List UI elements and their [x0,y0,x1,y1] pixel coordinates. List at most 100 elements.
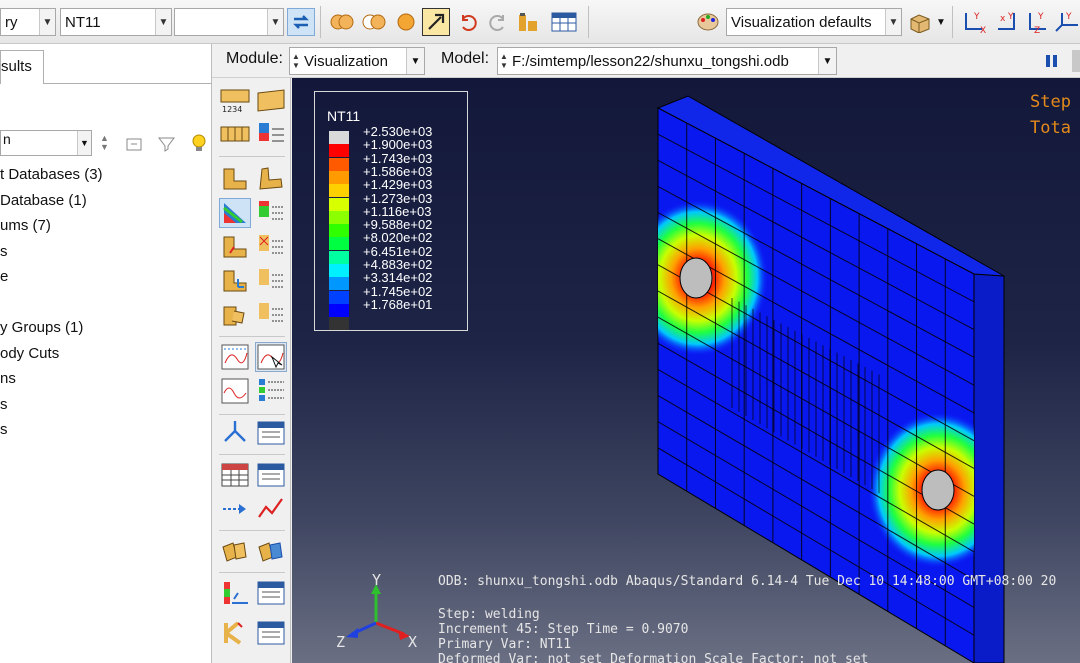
tree-item-9[interactable]: ns [0,370,212,396]
visualization-toolbox: 1234 [213,78,291,663]
visualization-defaults-value: Visualization defaults [731,13,872,31]
symbol-options-icon[interactable] [255,232,287,262]
xy-data-manager-icon[interactable] [255,460,287,490]
chevron-down-icon: ▼ [267,9,283,35]
contour-deformed-icon[interactable] [255,164,287,194]
svg-text:Y: Y [1007,12,1014,22]
main-toolbar: ry ▼ NT11 ▼ ▼ Visualization defaults ▼ ▼… [0,0,1080,44]
tree-item-free-body-cuts[interactable]: ody Cuts [0,345,212,371]
plot-contours-icon[interactable] [219,198,251,228]
contour-undeformed-icon[interactable] [219,164,251,194]
tree-item-6[interactable] [0,294,212,320]
component-select[interactable]: ▼ [174,8,284,36]
plot-deformed-icon[interactable] [255,86,287,116]
union-icon[interactable] [328,8,356,36]
viewport-annotations-icon[interactable] [219,578,251,608]
tree-item-spectrums[interactable]: ums (7) [0,217,212,243]
svg-text:X: X [980,26,986,35]
tree-item-output-databases[interactable]: t Databases (3) [0,166,212,192]
chevron-down-icon: ▼ [155,9,171,35]
superimpose-options-icon[interactable] [255,300,287,330]
chevron-down-icon: ▼ [885,9,901,35]
tree-filter-select[interactable]: n ▼ [0,130,92,156]
contour-options-icon[interactable] [255,198,287,228]
collapse-tree-icon[interactable] [124,134,144,157]
toolbar-separator [588,6,589,38]
display-group-icon[interactable] [514,8,542,36]
create-path-icon[interactable] [219,494,251,524]
model-label: Model: [441,50,490,67]
graphics-viewport[interactable]: NT11 +2.530e+03 +1.900e+03 +1.743e+03 +1.58… [292,78,1080,663]
filter-tree-icon[interactable] [156,134,176,157]
model-value: F:/simtemp/lesson22/shunxu_tongshi.odb [512,52,789,70]
material-orientations-icon[interactable] [219,266,251,296]
create-stream-icon[interactable] [219,618,251,648]
module-value: Visualization [304,52,388,70]
toolbar-edge [1072,50,1080,72]
toolbar-separator [952,6,953,38]
chevron-down-icon: ▼ [406,48,424,74]
toolbox-separator [219,156,285,157]
create-display-group-icon[interactable] [219,536,251,566]
animation-options-icon[interactable] [255,376,287,406]
animate-scale-factor-icon[interactable] [219,342,251,372]
render-style-icon[interactable] [906,8,934,36]
module-select[interactable]: ▲ ▼ Visualization ▼ [289,47,425,75]
free-body-manager-icon[interactable] [255,418,287,448]
sync-icon[interactable] [287,8,315,36]
stream-manager-icon[interactable] [255,618,287,648]
plot-symbols-icon[interactable] [219,232,251,262]
table-icon[interactable] [548,8,580,36]
common-options-icon[interactable] [255,120,287,150]
pause-icon[interactable] [1044,52,1060,70]
toolbox-separator [219,454,285,455]
tree-item-10[interactable]: s [0,396,212,422]
field-variable-value: NT11 [65,13,101,31]
tree-item-display-groups[interactable]: y Groups (1) [0,319,212,345]
create-xy-data-icon[interactable] [219,460,251,490]
pick-tool-icon[interactable] [422,8,450,36]
element-labels-icon[interactable] [219,120,251,150]
orientation-options-icon[interactable] [255,266,287,296]
animate-time-history-icon[interactable] [255,342,287,372]
step-info-line: Step: welding [438,607,540,622]
view-zy-icon[interactable]: YZ [1024,8,1052,36]
model-select[interactable]: ▲ ▼ F:/simtemp/lesson22/shunxu_tongshi.od… [497,47,837,75]
intersection-icon[interactable] [360,8,388,36]
chevron-down-icon[interactable]: ▼ [934,8,948,36]
tree-item-11[interactable]: s [0,421,212,447]
lightbulb-icon[interactable] [188,132,210,157]
deformed-var-line: Deformed Var: not set Deformation Scale … [438,652,869,663]
display-group-manager-icon[interactable] [255,536,287,566]
triad-z-label: Z [336,633,346,651]
field-variable-select[interactable]: NT11 ▼ [60,8,172,36]
toolbox-separator [219,572,285,573]
tree-item-5[interactable]: e [0,268,212,294]
allow-multiple-plots-icon[interactable] [219,300,251,330]
plot-undeformed-icon[interactable]: 1234 [219,86,251,116]
tree-item-4[interactable]: s [0,243,212,269]
undo-icon[interactable] [454,8,482,36]
spin-arrows-icon[interactable]: ▲ ▼ [100,134,114,156]
annotation-manager-icon[interactable] [255,578,287,608]
view-yx-icon[interactable]: xY [992,8,1020,36]
shape-circle-icon[interactable] [392,8,420,36]
svg-text:x: x [1000,14,1006,24]
spin-arrows-icon: ▲ ▼ [292,52,300,70]
output-type-value: ry [5,13,18,31]
visualization-defaults-select[interactable]: Visualization defaults ▼ [726,8,902,36]
redo-icon[interactable] [484,8,512,36]
view-xy-icon[interactable]: YX [960,8,988,36]
tree-item-model-database[interactable]: Database (1) [0,192,212,218]
create-free-body-cut-icon[interactable] [219,418,251,448]
output-type-select[interactable]: ry ▼ [0,8,56,36]
animate-harmonic-icon[interactable] [219,376,251,406]
view-iso-icon[interactable]: Y [1054,8,1080,36]
palette-icon[interactable] [694,8,722,36]
plot-xy-data-icon[interactable] [255,494,287,524]
chevron-down-icon: ▼ [77,131,91,155]
spin-arrows-icon: ▲ ▼ [500,52,508,70]
svg-text:Z: Z [1034,26,1040,35]
tab-results-label: sults [1,58,32,75]
tab-results[interactable]: sults [0,50,44,84]
